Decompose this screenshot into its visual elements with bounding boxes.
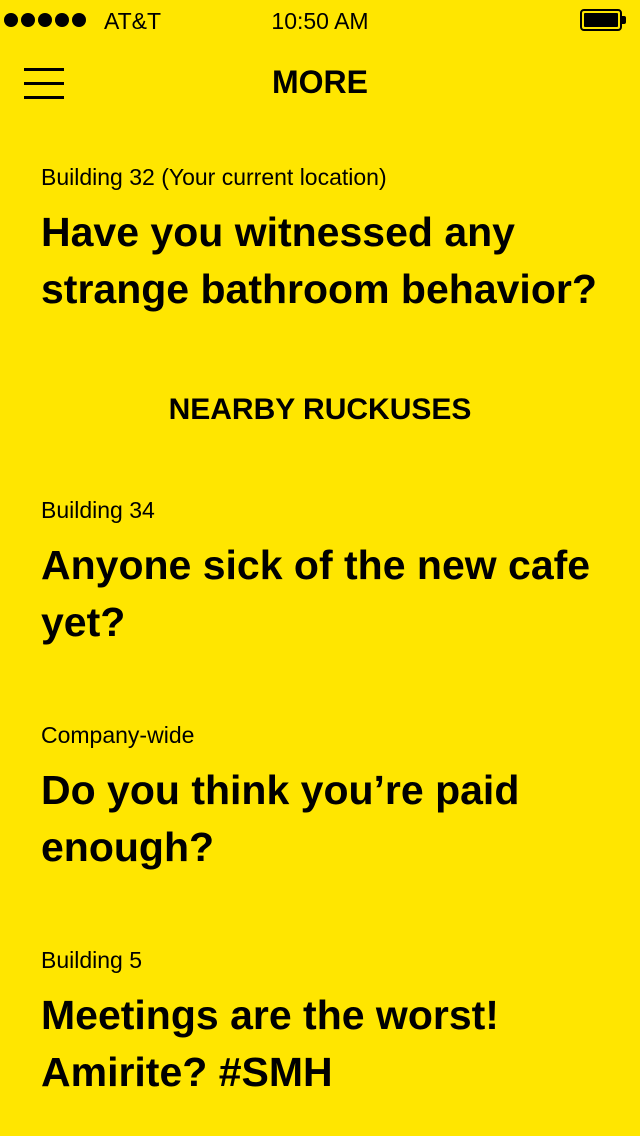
current-location-post[interactable]: Building 32 (Your current location) Have…	[41, 162, 621, 318]
list-item[interactable]: Building 34 Anyone sick of the new cafe …	[41, 495, 621, 651]
post-location: Building 34	[41, 497, 155, 523]
post-location: Company-wide	[41, 722, 195, 748]
post-question: Have you witnessed any strange bathroom …	[41, 209, 597, 312]
screen: AT&T 10:50 AM MORE Building 32 (Your cur…	[0, 0, 640, 1136]
post-question: Meetings are the worst! Amirite? #SMH	[41, 992, 499, 1095]
post-question: Anyone sick of the new cafe yet?	[41, 542, 591, 645]
list-item[interactable]: Building 5 Meetings are the worst! Amiri…	[41, 945, 621, 1101]
post-question: Do you think you’re paid enough?	[41, 767, 520, 870]
battery-icon	[580, 9, 626, 31]
status-bar: AT&T 10:50 AM	[0, 0, 640, 40]
post-location: Building 5	[41, 947, 143, 973]
page-title: MORE	[272, 64, 368, 100]
status-time: 10:50 AM	[271, 8, 369, 34]
post-location: Building 32 (Your current location)	[41, 164, 387, 190]
section-heading: NEARBY RUCKUSES	[168, 393, 472, 426]
list-item[interactable]: Company-wide Do you think you’re paid en…	[41, 720, 621, 876]
